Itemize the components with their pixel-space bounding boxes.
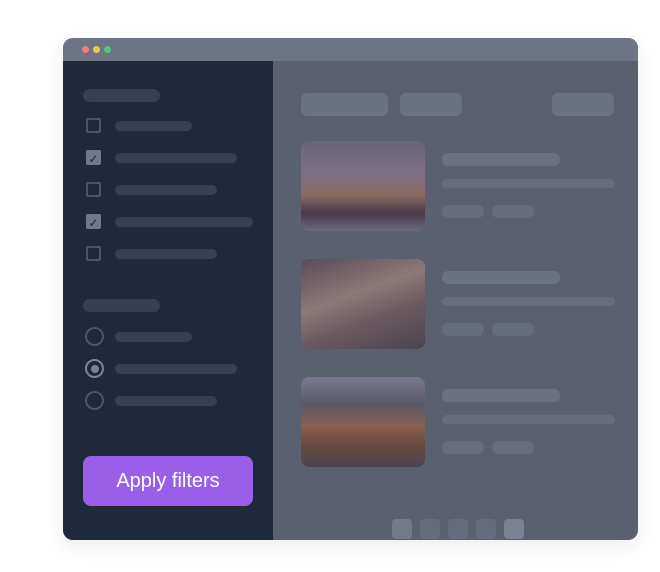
check-icon: ✓	[88, 216, 99, 230]
result-tag	[442, 205, 484, 218]
radio-label	[115, 332, 192, 342]
results-panel	[273, 61, 638, 540]
apply-filters-button[interactable]: Apply filters	[83, 456, 253, 506]
result-title	[442, 389, 560, 402]
radio-label	[115, 396, 217, 406]
checkbox[interactable]	[86, 246, 101, 261]
checkbox[interactable]	[86, 182, 101, 197]
page-button[interactable]	[448, 519, 468, 539]
page-button[interactable]	[504, 519, 524, 539]
page-button[interactable]	[476, 519, 496, 539]
result-title	[442, 271, 560, 284]
result-description	[442, 179, 615, 188]
filter-group-heading	[83, 89, 160, 102]
radio-label	[115, 364, 237, 374]
checkbox-label	[115, 185, 217, 195]
checkbox-checked[interactable]: ✓	[86, 150, 101, 166]
result-tag	[442, 323, 484, 336]
toolbar-action[interactable]	[552, 93, 614, 116]
result-description	[442, 297, 615, 306]
checkbox-label	[115, 121, 192, 131]
result-tag	[492, 323, 534, 336]
radio-selected[interactable]	[85, 359, 104, 378]
checkbox-label	[115, 153, 237, 163]
result-tag	[492, 205, 534, 218]
checkbox[interactable]	[86, 118, 101, 133]
result-description	[442, 415, 615, 424]
page-button[interactable]	[420, 519, 440, 539]
checkbox-label	[115, 217, 253, 227]
result-image[interactable]	[301, 259, 425, 349]
checkbox-label	[115, 249, 217, 259]
page-button[interactable]	[392, 519, 412, 539]
minimize-dot[interactable]	[93, 46, 100, 53]
checkbox-checked[interactable]: ✓	[86, 214, 101, 230]
title-bar	[63, 38, 638, 61]
result-image[interactable]	[301, 377, 425, 467]
filter-sidebar: ✓ ✓ Apply filters	[63, 61, 273, 540]
radio[interactable]	[85, 327, 104, 346]
browser-window: ✓ ✓ Apply filters	[63, 38, 638, 540]
check-icon: ✓	[88, 152, 99, 166]
result-image[interactable]	[301, 141, 425, 231]
result-tag	[442, 441, 484, 454]
result-title	[442, 153, 560, 166]
result-tag	[492, 441, 534, 454]
close-dot[interactable]	[82, 46, 89, 53]
sort-control[interactable]	[301, 93, 388, 116]
view-control[interactable]	[400, 93, 462, 116]
filter-group-heading	[83, 299, 160, 312]
maximize-dot[interactable]	[104, 46, 111, 53]
radio[interactable]	[85, 391, 104, 410]
